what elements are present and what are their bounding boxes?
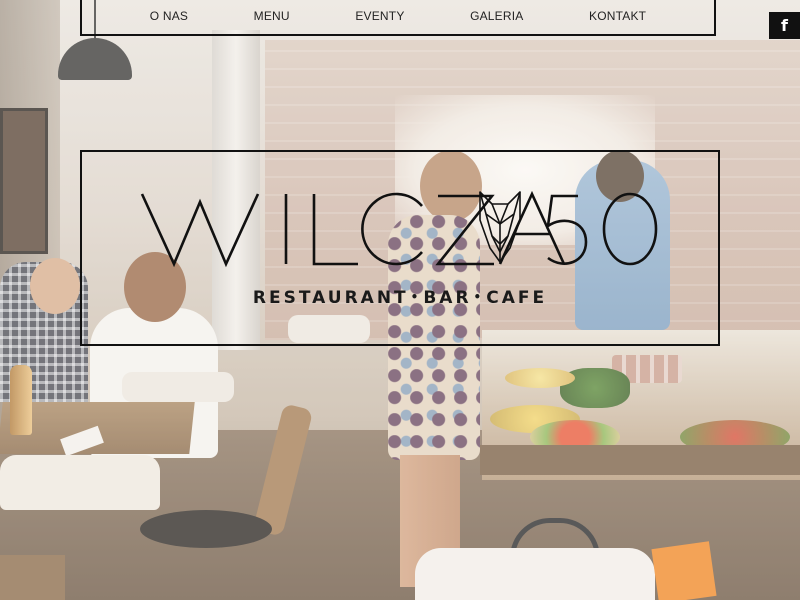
nav-item-eventy[interactable]: EVENTY xyxy=(355,9,404,23)
tagline-restaurant: RESTAURANT xyxy=(252,288,409,308)
logo: RESTAURANT • BAR • CAFE xyxy=(80,150,720,346)
tagline-cafe: CAFE xyxy=(486,288,548,308)
logo-tagline: RESTAURANT • BAR • CAFE xyxy=(82,288,718,308)
main-navigation: O NAS MENU EVENTY GALERIA KONTAKT xyxy=(80,0,716,36)
tagline-separator: • xyxy=(473,290,485,304)
digit-0 xyxy=(602,192,658,266)
tagline-separator: • xyxy=(410,290,422,304)
letter-z xyxy=(435,194,495,266)
letter-c xyxy=(361,192,423,266)
tagline-bar: BAR xyxy=(423,288,472,308)
nav-item-menu[interactable]: MENU xyxy=(254,9,290,23)
letter-l xyxy=(312,194,358,266)
digit-5 xyxy=(546,194,588,265)
facebook-icon: f xyxy=(781,16,788,35)
nav-item-kontakt[interactable]: KONTAKT xyxy=(589,9,646,23)
letter-w xyxy=(140,193,260,268)
nav-item-o-nas[interactable]: O NAS xyxy=(150,9,188,23)
logo-wordmark xyxy=(140,190,658,268)
nav-item-galeria[interactable]: GALERIA xyxy=(470,9,523,23)
facebook-button[interactable]: f xyxy=(769,12,800,39)
